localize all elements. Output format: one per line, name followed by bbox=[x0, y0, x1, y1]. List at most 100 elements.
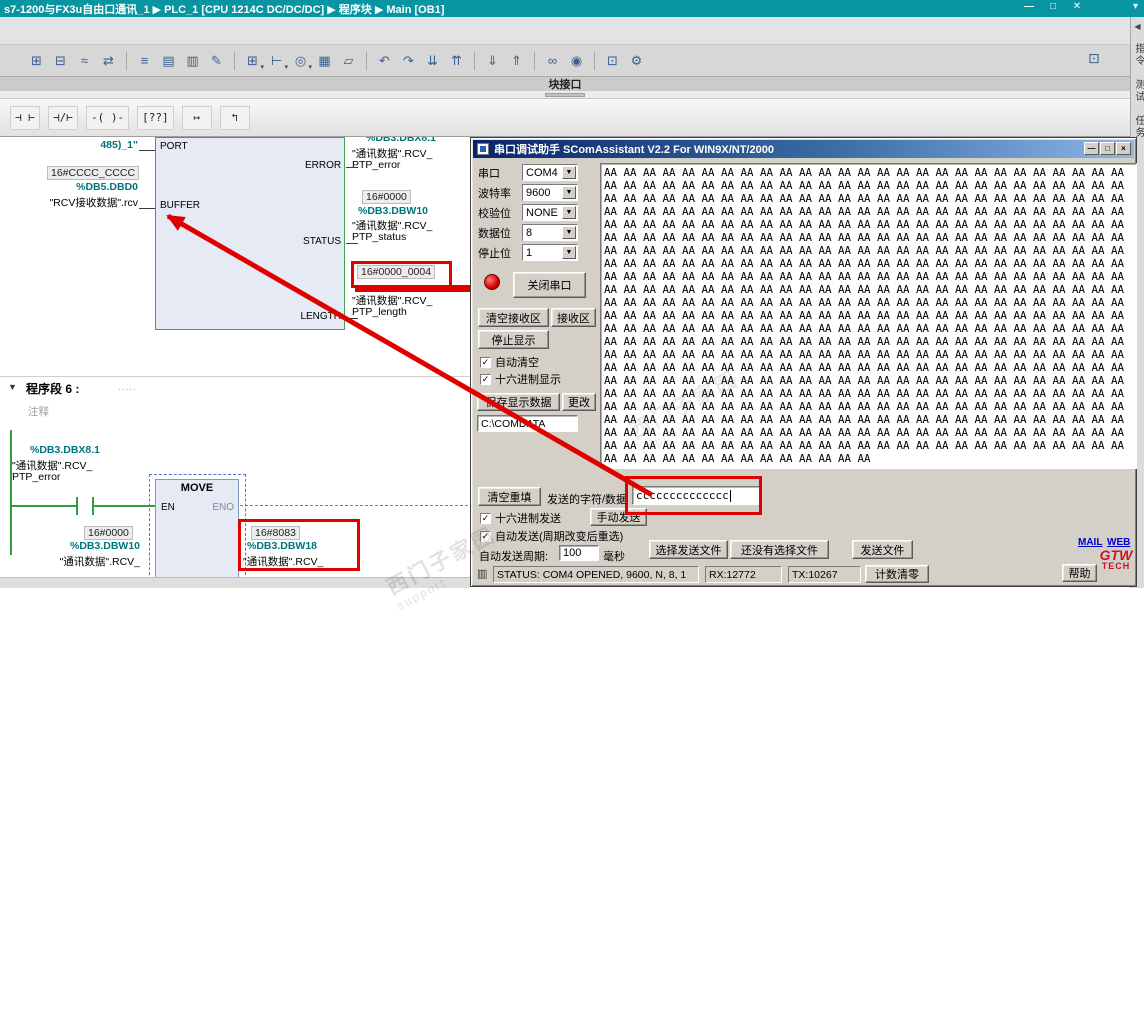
error-name-2[interactable]: PTP_error bbox=[352, 159, 400, 171]
auto-send-period-input[interactable]: 100 bbox=[559, 545, 599, 561]
save-data-button[interactable]: 保存显示数据 bbox=[477, 393, 560, 411]
compare-online-icon[interactable]: ≈ bbox=[74, 50, 95, 71]
contact-closed-icon[interactable]: ⊣/⊢ bbox=[48, 105, 78, 130]
checkbox-check-icon: ✓ bbox=[480, 356, 491, 368]
main-toolbar-icons: ⊞ ⊟ ≈ ⇄ ≡ ▤ ▥ ✎ ⊞ ▾ ⊢ ▾ ◎ ▾ ▦ ▱ ↶ ↷ ⇊ ⇈ ⇓ ⇑ ∞ ◉ ⊡ ⚙ bbox=[26, 50, 647, 71]
block-interface-bar[interactable]: 块接口 bbox=[0, 77, 1130, 91]
redo-icon[interactable]: ↷ bbox=[398, 50, 419, 71]
download-icon[interactable]: ⇓ bbox=[482, 50, 503, 71]
calculate-icon[interactable]: ▦ bbox=[314, 50, 335, 71]
buffer-operand[interactable]: %DB5.DBD0 bbox=[54, 181, 138, 193]
contact-open-icon[interactable]: ⊣ ⊢ bbox=[10, 105, 40, 130]
help-button[interactable]: 帮助 bbox=[1062, 564, 1097, 582]
pin-status: STATUS bbox=[303, 236, 341, 247]
toolbar-separator bbox=[534, 51, 535, 70]
send-file-button[interactable]: 发送文件 bbox=[852, 540, 913, 559]
collapse-networks-icon[interactable]: ⇈ bbox=[446, 50, 467, 71]
settings-icon[interactable]: ⚙ bbox=[626, 50, 647, 71]
tab-testing[interactable]: 测试 bbox=[1131, 79, 1144, 103]
auto-clear-checkbox[interactable]: ✓ 自动清空 bbox=[480, 354, 539, 370]
format-page-icon[interactable]: ▱ bbox=[338, 50, 359, 71]
mail-link[interactable]: MAIL bbox=[1078, 537, 1102, 548]
serial-setting-row: 波特率 9600 ▼ bbox=[478, 184, 596, 201]
snapshot-icon[interactable]: ◉ bbox=[566, 50, 587, 71]
serial-close-icon[interactable]: × bbox=[1116, 142, 1131, 155]
buffer-name[interactable]: "RCV接收数据".rcv bbox=[2, 195, 138, 210]
tab-instructions[interactable]: 指令 bbox=[1131, 43, 1144, 67]
serial-setting-row: 停止位 1 ▼ bbox=[478, 244, 596, 261]
empty-box-icon[interactable]: [??] bbox=[137, 105, 174, 130]
hex-send-label: 十六进制发送 bbox=[495, 513, 561, 525]
expand-networks-icon[interactable]: ⇊ bbox=[422, 50, 443, 71]
contact-symbol[interactable] bbox=[76, 497, 78, 515]
insert-contact-icon[interactable]: ⊢ ▾ bbox=[266, 50, 288, 72]
cross-reference-icon[interactable]: ⊡ bbox=[602, 50, 623, 71]
splitter-handle[interactable] bbox=[545, 93, 585, 97]
monitoring-icon[interactable]: ∞ bbox=[542, 50, 563, 71]
dropdown-arrow-icon[interactable]: ▼ bbox=[562, 166, 576, 179]
contact-name-2[interactable]: PTP_error bbox=[12, 471, 60, 483]
dropdown-arrow-icon[interactable]: ▼ bbox=[562, 206, 576, 219]
serial-setting-dropdown[interactable]: 1 ▼ bbox=[522, 244, 578, 261]
error-operand[interactable]: %DB3.DBX8.1 bbox=[366, 137, 446, 144]
receive-area[interactable]: AA AA AA AA AA AA AA AA AA AA AA AA AA A… bbox=[600, 163, 1137, 469]
clear-receive-button[interactable]: 清空接收区 bbox=[478, 308, 549, 327]
close-port-label: 关闭串口 bbox=[527, 280, 572, 292]
copy-icon[interactable]: ▤ bbox=[158, 50, 179, 71]
network6-header[interactable]: ▼ 程序段 6 : ..... bbox=[0, 376, 470, 397]
move-in-name[interactable]: "通讯数据".RCV_ bbox=[28, 554, 140, 569]
save-path-field[interactable]: C:\COMDATA bbox=[477, 415, 578, 432]
coil-icon[interactable]: -( )- bbox=[86, 105, 130, 130]
gtw-tech-logo: GTW TECH bbox=[1093, 548, 1139, 571]
serial-minimize-icon[interactable]: — bbox=[1084, 142, 1099, 155]
close-branch-icon[interactable]: ↰ bbox=[219, 105, 250, 130]
reset-counter-button[interactable]: 计数清零 bbox=[865, 565, 929, 583]
hex-display-checkbox[interactable]: ✓ 十六进制显示 bbox=[480, 371, 561, 387]
choose-file-button[interactable]: 选择发送文件 bbox=[649, 540, 728, 559]
tab-tasks[interactable]: 任务 bbox=[1131, 115, 1144, 139]
serial-maximize-icon[interactable]: □ bbox=[1100, 142, 1115, 155]
serial-setting-dropdown[interactable]: 8 ▼ bbox=[522, 224, 578, 241]
status-name-2[interactable]: PTP_status bbox=[352, 231, 406, 243]
port-operand[interactable]: 485)_1" bbox=[56, 139, 138, 151]
receive-zone-button[interactable]: 接收区 bbox=[551, 308, 596, 327]
open-branch-icon[interactable]: ↦ bbox=[181, 105, 212, 130]
serial-titlebar[interactable]: 串口调试助手 SComAssistant V2.2 For WIN9X/NT/2… bbox=[473, 140, 1134, 158]
window-menu-icon[interactable]: ▾ bbox=[1133, 1, 1138, 12]
status-operand[interactable]: %DB3.DBW10 bbox=[358, 205, 428, 217]
insert-box-icon[interactable]: ⊞ ▾ bbox=[242, 50, 264, 72]
comment-icon[interactable]: ✎ bbox=[206, 50, 227, 71]
insert-coil-icon[interactable]: ◎ ▾ bbox=[290, 50, 312, 72]
clear-refill-button[interactable]: 清空重填 bbox=[478, 487, 541, 506]
restore-icon[interactable]: □ bbox=[1046, 1, 1060, 12]
close-block-icon[interactable]: ⊟ bbox=[50, 50, 71, 71]
insert-network-icon[interactable]: ≡ bbox=[134, 50, 155, 71]
network-collapse-icon[interactable]: ▼ bbox=[8, 382, 17, 392]
dropdown-arrow-icon[interactable]: ▼ bbox=[562, 226, 576, 239]
dropdown-arrow-icon[interactable]: ▼ bbox=[562, 246, 576, 259]
upload-icon[interactable]: ⇑ bbox=[506, 50, 527, 71]
undo-icon[interactable]: ↶ bbox=[374, 50, 395, 71]
open-block-icon[interactable]: ⊞ bbox=[26, 50, 47, 71]
close-icon[interactable]: ✕ bbox=[1070, 1, 1084, 12]
serial-setting-dropdown[interactable]: NONE ▼ bbox=[522, 204, 578, 221]
stop-display-button[interactable]: 停止显示 bbox=[478, 330, 549, 349]
editor-layout-icon[interactable]: ⊡ bbox=[1088, 50, 1100, 67]
tx-counter: TX:10267 bbox=[788, 566, 861, 583]
serial-setting-label: 校验位 bbox=[478, 207, 511, 220]
dropdown-arrow-icon[interactable]: ▼ bbox=[562, 186, 576, 199]
close-port-button[interactable]: 关闭串口 bbox=[513, 272, 586, 298]
hex-send-checkbox[interactable]: ✓ 十六进制发送 bbox=[480, 510, 561, 526]
length-name-2[interactable]: PTP_length bbox=[352, 306, 407, 318]
change-button[interactable]: 更改 bbox=[562, 393, 596, 411]
contact-operand[interactable]: %DB3.DBX8.1 bbox=[30, 444, 100, 456]
auto-send-checkbox[interactable]: ✓ 自动发送(周期改变后重选) bbox=[480, 528, 623, 544]
collapse-panel-icon[interactable]: ◀ bbox=[1131, 22, 1144, 31]
serial-setting-dropdown[interactable]: COM4 ▼ bbox=[522, 164, 578, 181]
move-in-operand[interactable]: %DB3.DBW10 bbox=[55, 540, 140, 552]
network6-comment[interactable]: 注释 bbox=[28, 404, 49, 419]
minimize-icon[interactable]: — bbox=[1022, 1, 1036, 12]
paste-icon[interactable]: ▥ bbox=[182, 50, 203, 71]
serial-setting-dropdown[interactable]: 9600 ▼ bbox=[522, 184, 578, 201]
sync-icon[interactable]: ⇄ bbox=[98, 50, 119, 71]
